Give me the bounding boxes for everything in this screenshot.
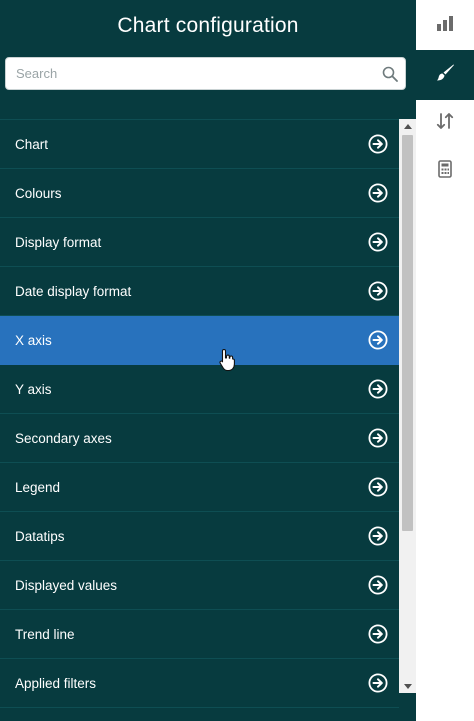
config-options-list: Chart Colours Display format Date displa…: [0, 119, 399, 721]
arrow-right-circle-icon[interactable]: [367, 574, 389, 596]
list-item-datatips[interactable]: Datatips: [0, 512, 399, 561]
list-scrollbar[interactable]: [399, 119, 416, 693]
list-item-label: Legend: [15, 479, 61, 495]
arrow-right-circle-icon[interactable]: [367, 133, 389, 155]
scrollbar-thumb[interactable]: [402, 135, 413, 531]
arrow-right-circle-icon[interactable]: [367, 231, 389, 253]
arrow-right-circle-icon[interactable]: [367, 525, 389, 547]
list-item-date-display-format[interactable]: Date display format: [0, 267, 399, 316]
scroll-down-arrow-icon[interactable]: [399, 679, 416, 693]
format-button[interactable]: [416, 50, 474, 100]
calculator-icon: [438, 159, 452, 183]
list-item-legend[interactable]: Legend: [0, 463, 399, 512]
list-item-label: Display format: [15, 234, 102, 250]
list-item-applied-filters[interactable]: Applied filters: [0, 659, 399, 708]
list-item-y-axis[interactable]: Y axis: [0, 365, 399, 414]
list-item-label: Applied filters: [15, 675, 97, 691]
list-item-label: Colours: [15, 185, 62, 201]
panel-title: Chart configuration: [117, 14, 299, 37]
calculation-button[interactable]: [416, 146, 474, 196]
side-rail: [416, 0, 474, 721]
list-item-label: Date display format: [15, 283, 132, 299]
arrow-right-circle-icon[interactable]: [367, 476, 389, 498]
list-item-label: Datatips: [15, 528, 65, 544]
list-item-label: X axis: [15, 332, 52, 348]
arrow-right-circle-icon[interactable]: [367, 378, 389, 400]
list-item-label: Secondary axes: [15, 430, 112, 446]
list-item-x-axis[interactable]: X axis: [0, 316, 399, 365]
scroll-up-arrow-icon[interactable]: [399, 119, 416, 133]
search-box: [5, 57, 406, 90]
list-item-trend-line[interactable]: Trend line: [0, 610, 399, 659]
search-icon[interactable]: [375, 59, 405, 89]
paintbrush-icon: [435, 63, 455, 88]
arrow-right-circle-icon[interactable]: [367, 280, 389, 302]
list-item-secondary-axes[interactable]: Secondary axes: [0, 414, 399, 463]
arrow-right-circle-icon[interactable]: [367, 427, 389, 449]
arrow-right-circle-icon[interactable]: [367, 672, 389, 694]
list-item-colours[interactable]: Colours: [0, 169, 399, 218]
list-item-label: Chart: [15, 136, 49, 152]
list-item-chart[interactable]: Chart: [0, 120, 399, 169]
chart-type-button[interactable]: [416, 0, 474, 50]
arrow-right-circle-icon[interactable]: [367, 329, 389, 351]
arrow-right-circle-icon[interactable]: [367, 182, 389, 204]
list-item-displayed-values[interactable]: Displayed values: [0, 561, 399, 610]
list-item-display-format[interactable]: Display format: [0, 218, 399, 267]
list-item-label: Trend line: [15, 626, 75, 642]
sort-button[interactable]: [416, 98, 474, 148]
arrow-right-circle-icon[interactable]: [367, 623, 389, 645]
search-input[interactable]: [6, 58, 375, 89]
chart-configuration-panel: Chart configuration Chart Colours Displa…: [0, 0, 416, 721]
bar-chart-icon: [436, 15, 454, 36]
list-item-label: Displayed values: [15, 577, 118, 593]
sort-arrows-icon: [436, 112, 454, 135]
list-item-label: Y axis: [15, 381, 52, 397]
